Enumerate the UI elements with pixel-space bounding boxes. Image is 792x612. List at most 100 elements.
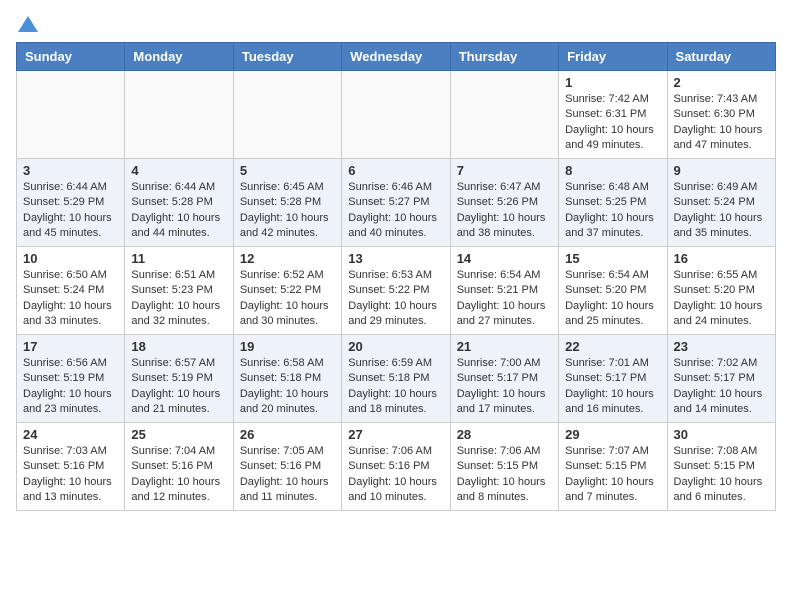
day-number: 27 xyxy=(348,427,443,442)
calendar-cell xyxy=(450,71,558,159)
day-number: 15 xyxy=(565,251,660,266)
calendar-cell: 13 Sunrise: 6:53 AM Sunset: 5:22 PM Dayli… xyxy=(342,247,450,335)
calendar-cell: 10 Sunrise: 6:50 AM Sunset: 5:24 PM Dayli… xyxy=(17,247,125,335)
day-number: 20 xyxy=(348,339,443,354)
day-of-week-header: Monday xyxy=(125,43,233,71)
day-info: Sunrise: 6:53 AM Sunset: 5:22 PM Dayligh… xyxy=(348,268,443,330)
calendar-cell xyxy=(125,71,233,159)
day-info: Sunrise: 7:00 AM Sunset: 5:17 PM Dayligh… xyxy=(457,356,552,418)
day-number: 28 xyxy=(457,427,552,442)
day-info: Sunrise: 6:51 AM Sunset: 5:23 PM Dayligh… xyxy=(131,268,226,330)
day-number: 3 xyxy=(23,163,118,178)
calendar-cell: 26 Sunrise: 7:05 AM Sunset: 5:16 PM Dayli… xyxy=(233,423,341,511)
calendar-cell: 3 Sunrise: 6:44 AM Sunset: 5:29 PM Daylig… xyxy=(17,159,125,247)
calendar-cell xyxy=(17,71,125,159)
calendar-week-row: 10 Sunrise: 6:50 AM Sunset: 5:24 PM Dayli… xyxy=(17,247,776,335)
day-number: 6 xyxy=(348,163,443,178)
day-number: 13 xyxy=(348,251,443,266)
day-info: Sunrise: 7:02 AM Sunset: 5:17 PM Dayligh… xyxy=(674,356,769,418)
calendar-cell xyxy=(233,71,341,159)
day-number: 30 xyxy=(674,427,769,442)
header-row: SundayMondayTuesdayWednesdayThursdayFrid… xyxy=(17,43,776,71)
day-number: 4 xyxy=(131,163,226,178)
calendar-cell: 24Sunrise: 7:03 AM Sunset: 5:16 PM Dayli… xyxy=(17,423,125,511)
day-of-week-header: Sunday xyxy=(17,43,125,71)
calendar-cell xyxy=(342,71,450,159)
calendar-cell: 19 Sunrise: 6:58 AM Sunset: 5:18 PM Dayli… xyxy=(233,335,341,423)
page-header xyxy=(16,16,776,34)
day-info: Sunrise: 6:44 AM Sunset: 5:28 PM Dayligh… xyxy=(131,180,226,242)
calendar-week-row: 17 Sunrise: 6:56 AM Sunset: 5:19 PM Dayli… xyxy=(17,335,776,423)
day-info: Sunrise: 6:48 AM Sunset: 5:25 PM Dayligh… xyxy=(565,180,660,242)
day-of-week-header: Friday xyxy=(559,43,667,71)
calendar-week-row: 1 Sunrise: 7:42 AM Sunset: 6:31 PM Daylig… xyxy=(17,71,776,159)
day-info: Sunrise: 6:52 AM Sunset: 5:22 PM Dayligh… xyxy=(240,268,335,330)
day-info: Sunrise: 6:44 AM Sunset: 5:29 PM Dayligh… xyxy=(23,180,118,242)
day-info: Sunrise: 6:47 AM Sunset: 5:26 PM Dayligh… xyxy=(457,180,552,242)
day-info: Sunrise: 6:59 AM Sunset: 5:18 PM Dayligh… xyxy=(348,356,443,418)
calendar-cell: 8 Sunrise: 6:48 AM Sunset: 5:25 PM Daylig… xyxy=(559,159,667,247)
day-info: Sunrise: 6:56 AM Sunset: 5:19 PM Dayligh… xyxy=(23,356,118,418)
day-number: 8 xyxy=(565,163,660,178)
day-of-week-header: Wednesday xyxy=(342,43,450,71)
day-number: 18 xyxy=(131,339,226,354)
day-info: Sunrise: 7:08 AM Sunset: 5:15 PM Dayligh… xyxy=(674,444,769,506)
day-number: 17 xyxy=(23,339,118,354)
logo-triangle-icon xyxy=(18,16,38,32)
day-info: Sunrise: 7:42 AM Sunset: 6:31 PM Dayligh… xyxy=(565,92,660,154)
day-of-week-header: Tuesday xyxy=(233,43,341,71)
day-info: Sunrise: 6:54 AM Sunset: 5:20 PM Dayligh… xyxy=(565,268,660,330)
calendar-cell: 25 Sunrise: 7:04 AM Sunset: 5:16 PM Dayli… xyxy=(125,423,233,511)
calendar-cell: 7 Sunrise: 6:47 AM Sunset: 5:26 PM Daylig… xyxy=(450,159,558,247)
day-info: Sunrise: 6:58 AM Sunset: 5:18 PM Dayligh… xyxy=(240,356,335,418)
day-info: Sunrise: 7:05 AM Sunset: 5:16 PM Dayligh… xyxy=(240,444,335,506)
day-number: 9 xyxy=(674,163,769,178)
day-info: Sunrise: 6:50 AM Sunset: 5:24 PM Dayligh… xyxy=(23,268,118,330)
day-number: 12 xyxy=(240,251,335,266)
calendar-week-row: 3 Sunrise: 6:44 AM Sunset: 5:29 PM Daylig… xyxy=(17,159,776,247)
day-number: 21 xyxy=(457,339,552,354)
day-number: 19 xyxy=(240,339,335,354)
day-number: 16 xyxy=(674,251,769,266)
day-info: Sunrise: 7:43 AM Sunset: 6:30 PM Dayligh… xyxy=(674,92,769,154)
calendar-cell: 21 Sunrise: 7:00 AM Sunset: 5:17 PM Dayli… xyxy=(450,335,558,423)
calendar-cell: 14 Sunrise: 6:54 AM Sunset: 5:21 PM Dayli… xyxy=(450,247,558,335)
day-number: 24 xyxy=(23,427,118,442)
calendar-cell: 18 Sunrise: 6:57 AM Sunset: 5:19 PM Dayli… xyxy=(125,335,233,423)
day-info: Sunrise: 7:06 AM Sunset: 5:15 PM Dayligh… xyxy=(457,444,552,506)
day-number: 25 xyxy=(131,427,226,442)
day-number: 14 xyxy=(457,251,552,266)
day-number: 26 xyxy=(240,427,335,442)
day-number: 5 xyxy=(240,163,335,178)
day-of-week-header: Thursday xyxy=(450,43,558,71)
day-info: Sunrise: 7:04 AM Sunset: 5:16 PM Dayligh… xyxy=(131,444,226,506)
calendar-body: 1 Sunrise: 7:42 AM Sunset: 6:31 PM Daylig… xyxy=(17,71,776,511)
day-info: Sunrise: 6:46 AM Sunset: 5:27 PM Dayligh… xyxy=(348,180,443,242)
day-number: 11 xyxy=(131,251,226,266)
day-info: Sunrise: 6:54 AM Sunset: 5:21 PM Dayligh… xyxy=(457,268,552,330)
day-number: 7 xyxy=(457,163,552,178)
calendar-cell: 1 Sunrise: 7:42 AM Sunset: 6:31 PM Daylig… xyxy=(559,71,667,159)
calendar-cell: 17 Sunrise: 6:56 AM Sunset: 5:19 PM Dayli… xyxy=(17,335,125,423)
calendar-cell: 4 Sunrise: 6:44 AM Sunset: 5:28 PM Daylig… xyxy=(125,159,233,247)
calendar-cell: 12 Sunrise: 6:52 AM Sunset: 5:22 PM Dayli… xyxy=(233,247,341,335)
day-number: 22 xyxy=(565,339,660,354)
calendar-cell: 20 Sunrise: 6:59 AM Sunset: 5:18 PM Dayli… xyxy=(342,335,450,423)
calendar-cell: 30 Sunrise: 7:08 AM Sunset: 5:15 PM Dayli… xyxy=(667,423,775,511)
calendar-cell: 9Sunrise: 6:49 AM Sunset: 5:24 PM Daylig… xyxy=(667,159,775,247)
calendar-header: SundayMondayTuesdayWednesdayThursdayFrid… xyxy=(17,43,776,71)
calendar-cell: 11 Sunrise: 6:51 AM Sunset: 5:23 PM Dayli… xyxy=(125,247,233,335)
calendar-cell: 22 Sunrise: 7:01 AM Sunset: 5:17 PM Dayli… xyxy=(559,335,667,423)
day-info: Sunrise: 7:01 AM Sunset: 5:17 PM Dayligh… xyxy=(565,356,660,418)
logo xyxy=(16,16,38,34)
calendar-cell: 6 Sunrise: 6:46 AM Sunset: 5:27 PM Daylig… xyxy=(342,159,450,247)
calendar-cell: 29Sunrise: 7:07 AM Sunset: 5:15 PM Dayli… xyxy=(559,423,667,511)
calendar-week-row: 24Sunrise: 7:03 AM Sunset: 5:16 PM Dayli… xyxy=(17,423,776,511)
calendar-cell: 15 Sunrise: 6:54 AM Sunset: 5:20 PM Dayli… xyxy=(559,247,667,335)
day-number: 10 xyxy=(23,251,118,266)
day-info: Sunrise: 6:57 AM Sunset: 5:19 PM Dayligh… xyxy=(131,356,226,418)
calendar-cell: 27Sunrise: 7:06 AM Sunset: 5:16 PM Dayli… xyxy=(342,423,450,511)
day-number: 23 xyxy=(674,339,769,354)
day-info: Sunrise: 6:45 AM Sunset: 5:28 PM Dayligh… xyxy=(240,180,335,242)
day-number: 1 xyxy=(565,75,660,90)
